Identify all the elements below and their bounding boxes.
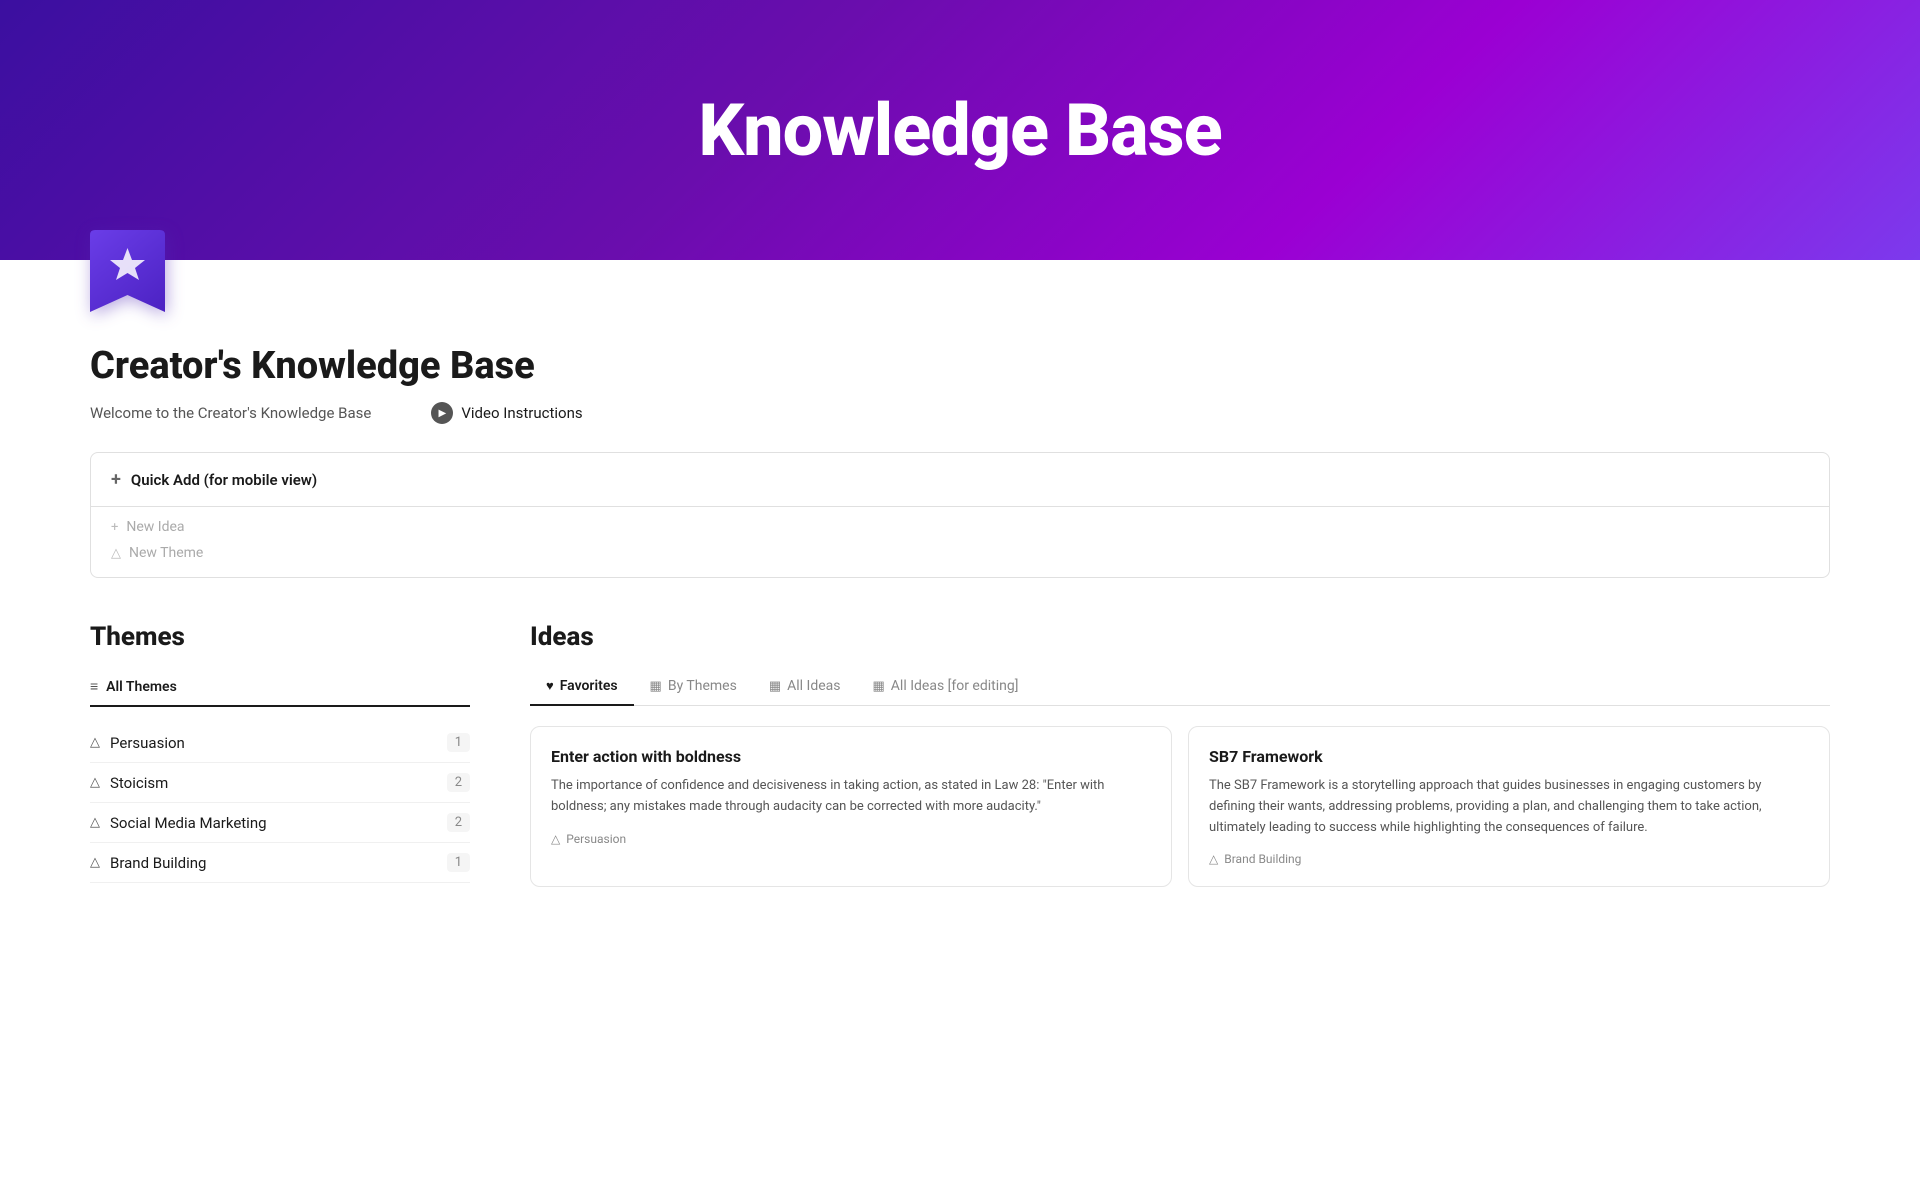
- theme-count-persuasion: 1: [447, 733, 470, 752]
- theme-row-persuasion[interactable]: △ Persuasion 1: [90, 723, 470, 763]
- page-title: Creator's Knowledge Base: [90, 344, 1830, 388]
- card-tag-boldness: △ Persuasion: [551, 832, 1151, 846]
- card-body-boldness: The importance of confidence and decisiv…: [551, 776, 1151, 818]
- triangle-icon: △: [90, 855, 100, 870]
- tag-label-sb7: Brand Building: [1224, 852, 1301, 866]
- hero-title: Knowledge Base: [698, 88, 1221, 173]
- tab-all-ideas-label: All Ideas: [787, 678, 840, 694]
- quick-add-plus-icon: +: [111, 469, 121, 490]
- theme-row-brand-building[interactable]: △ Brand Building 1: [90, 843, 470, 883]
- tag-triangle-icon: △: [551, 832, 560, 846]
- heart-icon: ♥: [546, 678, 554, 694]
- theme-name-brand-building: Brand Building: [110, 854, 206, 872]
- list-icon: ≡: [90, 678, 98, 695]
- new-idea-label: New Idea: [126, 519, 184, 535]
- new-theme-icon: △: [111, 546, 121, 561]
- two-column-layout: Themes ≡ All Themes △ Persuasion 1 △ Sto…: [90, 622, 1830, 887]
- ideas-tabs: ♥ Favorites ▦ By Themes ▦ All Ideas ▦ Al…: [530, 670, 1830, 706]
- new-idea-item[interactable]: + New Idea: [111, 519, 1809, 535]
- ideas-section-title: Ideas: [530, 622, 1830, 652]
- tab-all-ideas-editing-label: All Ideas [for editing]: [891, 678, 1019, 694]
- idea-card-boldness[interactable]: Enter action with boldness The importanc…: [530, 726, 1172, 887]
- tab-favorites[interactable]: ♥ Favorites: [530, 670, 634, 706]
- tab-by-themes[interactable]: ▦ By Themes: [634, 670, 753, 706]
- theme-row-left: △ Social Media Marketing: [90, 814, 267, 832]
- idea-card-sb7[interactable]: SB7 Framework The SB7 Framework is a sto…: [1188, 726, 1830, 887]
- main-content: Creator's Knowledge Base Welcome to the …: [0, 344, 1920, 947]
- themes-section-title: Themes: [90, 622, 470, 652]
- grid-icon: ▦: [650, 679, 662, 694]
- theme-name-persuasion: Persuasion: [110, 734, 185, 752]
- card-tag-sb7: △ Brand Building: [1209, 852, 1809, 866]
- tab-all-ideas-editing[interactable]: ▦ All Ideas [for editing]: [857, 670, 1035, 706]
- theme-row-social-media[interactable]: △ Social Media Marketing 2: [90, 803, 470, 843]
- play-icon: ▶: [431, 402, 453, 424]
- theme-name-social-media: Social Media Marketing: [110, 814, 267, 832]
- triangle-icon: △: [90, 735, 100, 750]
- tab-favorites-label: Favorites: [560, 678, 618, 694]
- tab-all-ideas[interactable]: ▦ All Ideas: [753, 670, 857, 706]
- all-themes-tab[interactable]: ≡ All Themes: [90, 670, 470, 707]
- grid-icon-3: ▦: [873, 679, 885, 694]
- theme-row-left: △ Persuasion: [90, 734, 185, 752]
- card-body-sb7: The SB7 Framework is a storytelling appr…: [1209, 776, 1809, 838]
- video-link-label: Video Instructions: [461, 404, 582, 422]
- new-theme-item[interactable]: △ New Theme: [111, 545, 1809, 561]
- tab-by-themes-label: By Themes: [668, 678, 737, 694]
- theme-row-left: △ Brand Building: [90, 854, 206, 872]
- quick-add-label: Quick Add (for mobile view): [131, 471, 317, 489]
- tag-label-boldness: Persuasion: [566, 832, 626, 846]
- theme-count-social-media: 2: [447, 813, 470, 832]
- grid-icon-2: ▦: [769, 679, 781, 694]
- card-title-sb7: SB7 Framework: [1209, 747, 1809, 766]
- bookmark-icon: [90, 230, 165, 320]
- theme-count-stoicism: 2: [447, 773, 470, 792]
- new-idea-icon: +: [111, 520, 118, 535]
- cards-grid: Enter action with boldness The importanc…: [530, 726, 1830, 887]
- hero-banner: Knowledge Base: [0, 0, 1920, 260]
- theme-count-brand-building: 1: [447, 853, 470, 872]
- theme-row-left: △ Stoicism: [90, 774, 168, 792]
- triangle-icon: △: [90, 815, 100, 830]
- triangle-icon: △: [90, 775, 100, 790]
- tag-triangle-icon-2: △: [1209, 852, 1218, 866]
- quick-add-box: + Quick Add (for mobile view) + New Idea…: [90, 452, 1830, 578]
- quick-add-header[interactable]: + Quick Add (for mobile view): [91, 453, 1829, 507]
- theme-row-stoicism[interactable]: △ Stoicism 2: [90, 763, 470, 803]
- themes-section: Themes ≡ All Themes △ Persuasion 1 △ Sto…: [90, 622, 470, 883]
- card-title-boldness: Enter action with boldness: [551, 747, 1151, 766]
- all-themes-label: All Themes: [106, 679, 177, 695]
- theme-name-stoicism: Stoicism: [110, 774, 168, 792]
- subtitle-text: Welcome to the Creator's Knowledge Base: [90, 404, 371, 422]
- ideas-section: Ideas ♥ Favorites ▦ By Themes ▦ All Idea…: [530, 622, 1830, 887]
- new-theme-label: New Theme: [129, 545, 203, 561]
- subtitle-row: Welcome to the Creator's Knowledge Base …: [90, 402, 1830, 424]
- video-instructions-link[interactable]: ▶ Video Instructions: [431, 402, 582, 424]
- quick-add-items: + New Idea △ New Theme: [91, 507, 1829, 577]
